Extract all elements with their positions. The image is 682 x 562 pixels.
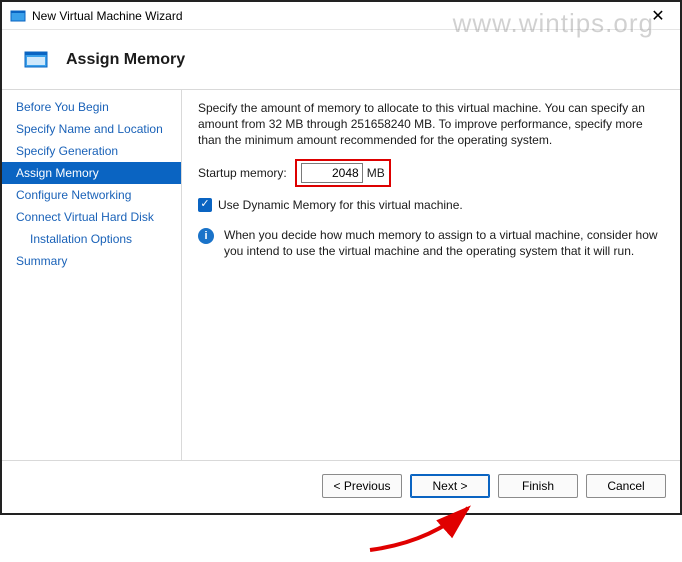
cancel-button[interactable]: Cancel xyxy=(586,474,666,498)
close-button[interactable]: ✕ xyxy=(644,2,672,30)
wizard-step[interactable]: Installation Options xyxy=(2,228,181,250)
info-text: When you decide how much memory to assig… xyxy=(224,227,660,259)
wizard-step[interactable]: Specify Generation xyxy=(2,140,181,162)
wizard-step[interactable]: Specify Name and Location xyxy=(2,118,181,140)
wizard-step[interactable]: Configure Networking xyxy=(2,184,181,206)
wizard-steps-sidebar: Before You BeginSpecify Name and Locatio… xyxy=(2,90,182,460)
wizard-footer: < Previous Next > Finish Cancel xyxy=(2,460,680,510)
startup-memory-label: Startup memory: xyxy=(198,165,287,181)
wizard-content: Specify the amount of memory to allocate… xyxy=(182,90,680,460)
wizard-step[interactable]: Summary xyxy=(2,250,181,272)
window-title: New Virtual Machine Wizard xyxy=(32,9,183,23)
wizard-step[interactable]: Before You Begin xyxy=(2,96,181,118)
startup-memory-input[interactable] xyxy=(301,163,363,183)
startup-memory-highlight: MB xyxy=(295,159,391,187)
wizard-header: Assign Memory xyxy=(2,30,680,90)
annotation-arrow xyxy=(360,502,480,562)
vm-icon xyxy=(24,50,48,70)
wizard-step[interactable]: Assign Memory xyxy=(2,162,181,184)
next-button[interactable]: Next > xyxy=(410,474,490,498)
dynamic-memory-checkbox[interactable]: ✓ xyxy=(198,198,212,212)
page-title: Assign Memory xyxy=(66,51,185,69)
app-icon xyxy=(10,8,26,24)
dynamic-memory-label: Use Dynamic Memory for this virtual mach… xyxy=(218,197,463,213)
intro-text: Specify the amount of memory to allocate… xyxy=(198,100,660,149)
title-bar: New Virtual Machine Wizard ✕ xyxy=(2,2,680,30)
finish-button[interactable]: Finish xyxy=(498,474,578,498)
previous-button[interactable]: < Previous xyxy=(322,474,402,498)
wizard-step[interactable]: Connect Virtual Hard Disk xyxy=(2,206,181,228)
info-icon: i xyxy=(198,228,214,244)
startup-memory-unit: MB xyxy=(367,165,385,181)
